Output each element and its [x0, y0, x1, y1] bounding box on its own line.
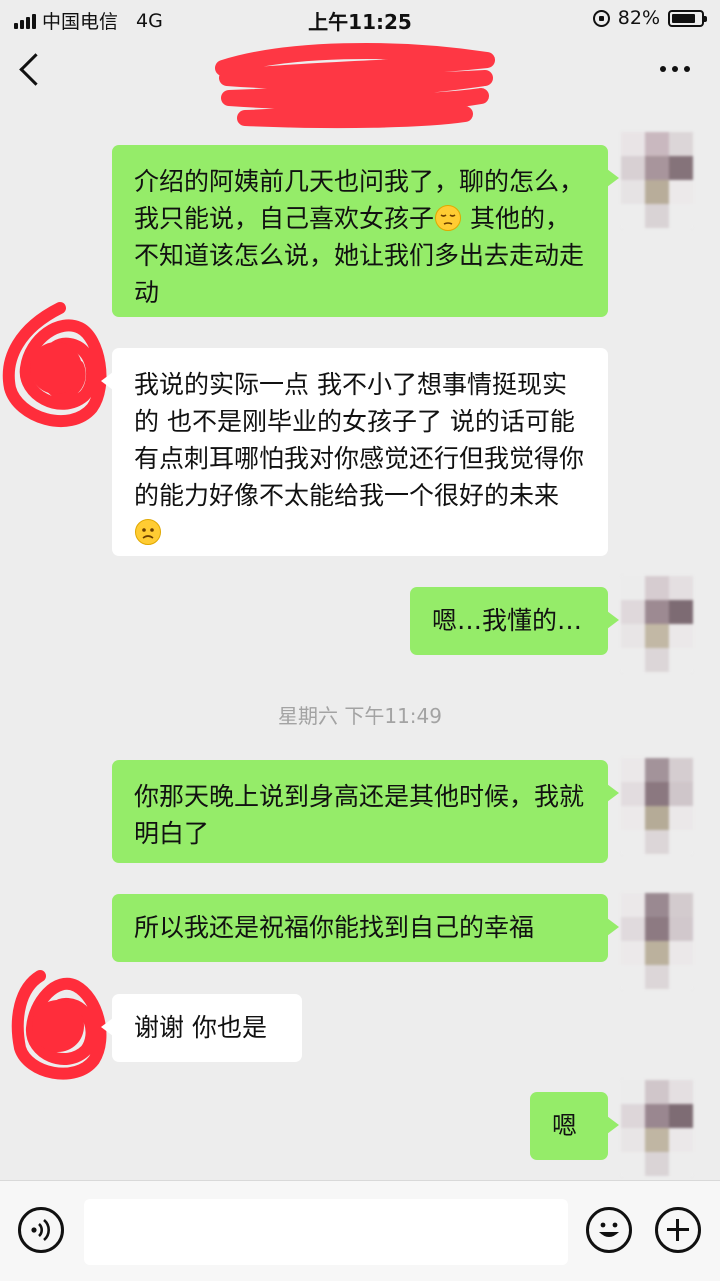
- status-bar: 中国电信 4G 上午11:25 82%: [0, 0, 720, 38]
- avatar-self[interactable]: [621, 758, 693, 854]
- redaction-scribble: [215, 42, 495, 129]
- message-bubble-outgoing[interactable]: 所以我还是祝福你能找到自己的幸福: [112, 894, 619, 962]
- message-bubble-outgoing[interactable]: 嗯…我懂的…: [410, 587, 619, 655]
- message-text: 谢谢 你也是: [134, 1013, 267, 1042]
- timestamp: 星期六 下午11:49: [278, 704, 442, 728]
- message-text: 嗯: [552, 1111, 578, 1140]
- battery-fill: [672, 13, 695, 23]
- voice-icon[interactable]: [18, 1207, 64, 1253]
- avatar-self[interactable]: [621, 576, 693, 672]
- more-dots-icon[interactable]: [660, 66, 690, 72]
- message-text: 我说的实际一点 我不小了想事情挺现实的 也不是刚毕业的女孩子了 说的话可能有点刺…: [134, 370, 585, 510]
- battery-percent: 82%: [617, 7, 660, 29]
- message-text: 你那天晚上说到身高还是其他时候，我就明白了: [134, 782, 585, 848]
- message-text: 所以我还是祝福你能找到自己的幸福: [134, 913, 535, 942]
- message-bubble-outgoing[interactable]: 你那天晚上说到身高还是其他时候，我就明白了: [112, 760, 619, 863]
- chevron-left-icon[interactable]: [19, 53, 52, 86]
- message-bubble-incoming[interactable]: 我说的实际一点 我不小了想事情挺现实的 也不是刚毕业的女孩子了 说的话可能有点刺…: [101, 348, 608, 556]
- battery-icon: [668, 9, 707, 27]
- message-bubble-outgoing[interactable]: 嗯: [530, 1092, 619, 1160]
- message-bubble-incoming[interactable]: 谢谢 你也是: [101, 994, 302, 1062]
- avatar-other[interactable]: [0, 298, 110, 438]
- worried-face-icon: [135, 519, 161, 545]
- plus-icon[interactable]: [655, 1207, 701, 1253]
- message-bubble-outgoing[interactable]: 介绍的阿姨前几天也问我了，聊的怎么，我只能说，自己喜欢女孩子 其他的，不知道该怎…: [112, 145, 619, 317]
- avatar-self[interactable]: [621, 132, 693, 228]
- avatar-self[interactable]: [621, 893, 693, 989]
- input-bar: [0, 1180, 720, 1281]
- message-text: 嗯…我懂的…: [432, 606, 583, 635]
- avatar-other[interactable]: [0, 958, 110, 1098]
- status-right: 82%: [592, 7, 707, 29]
- message-input[interactable]: [84, 1199, 568, 1265]
- avatar-self[interactable]: [621, 1080, 693, 1176]
- pensive-face-icon: [435, 205, 462, 231]
- rotation-lock-icon: [592, 9, 610, 27]
- emoji-icon[interactable]: [586, 1207, 632, 1253]
- chat-header: [0, 38, 720, 129]
